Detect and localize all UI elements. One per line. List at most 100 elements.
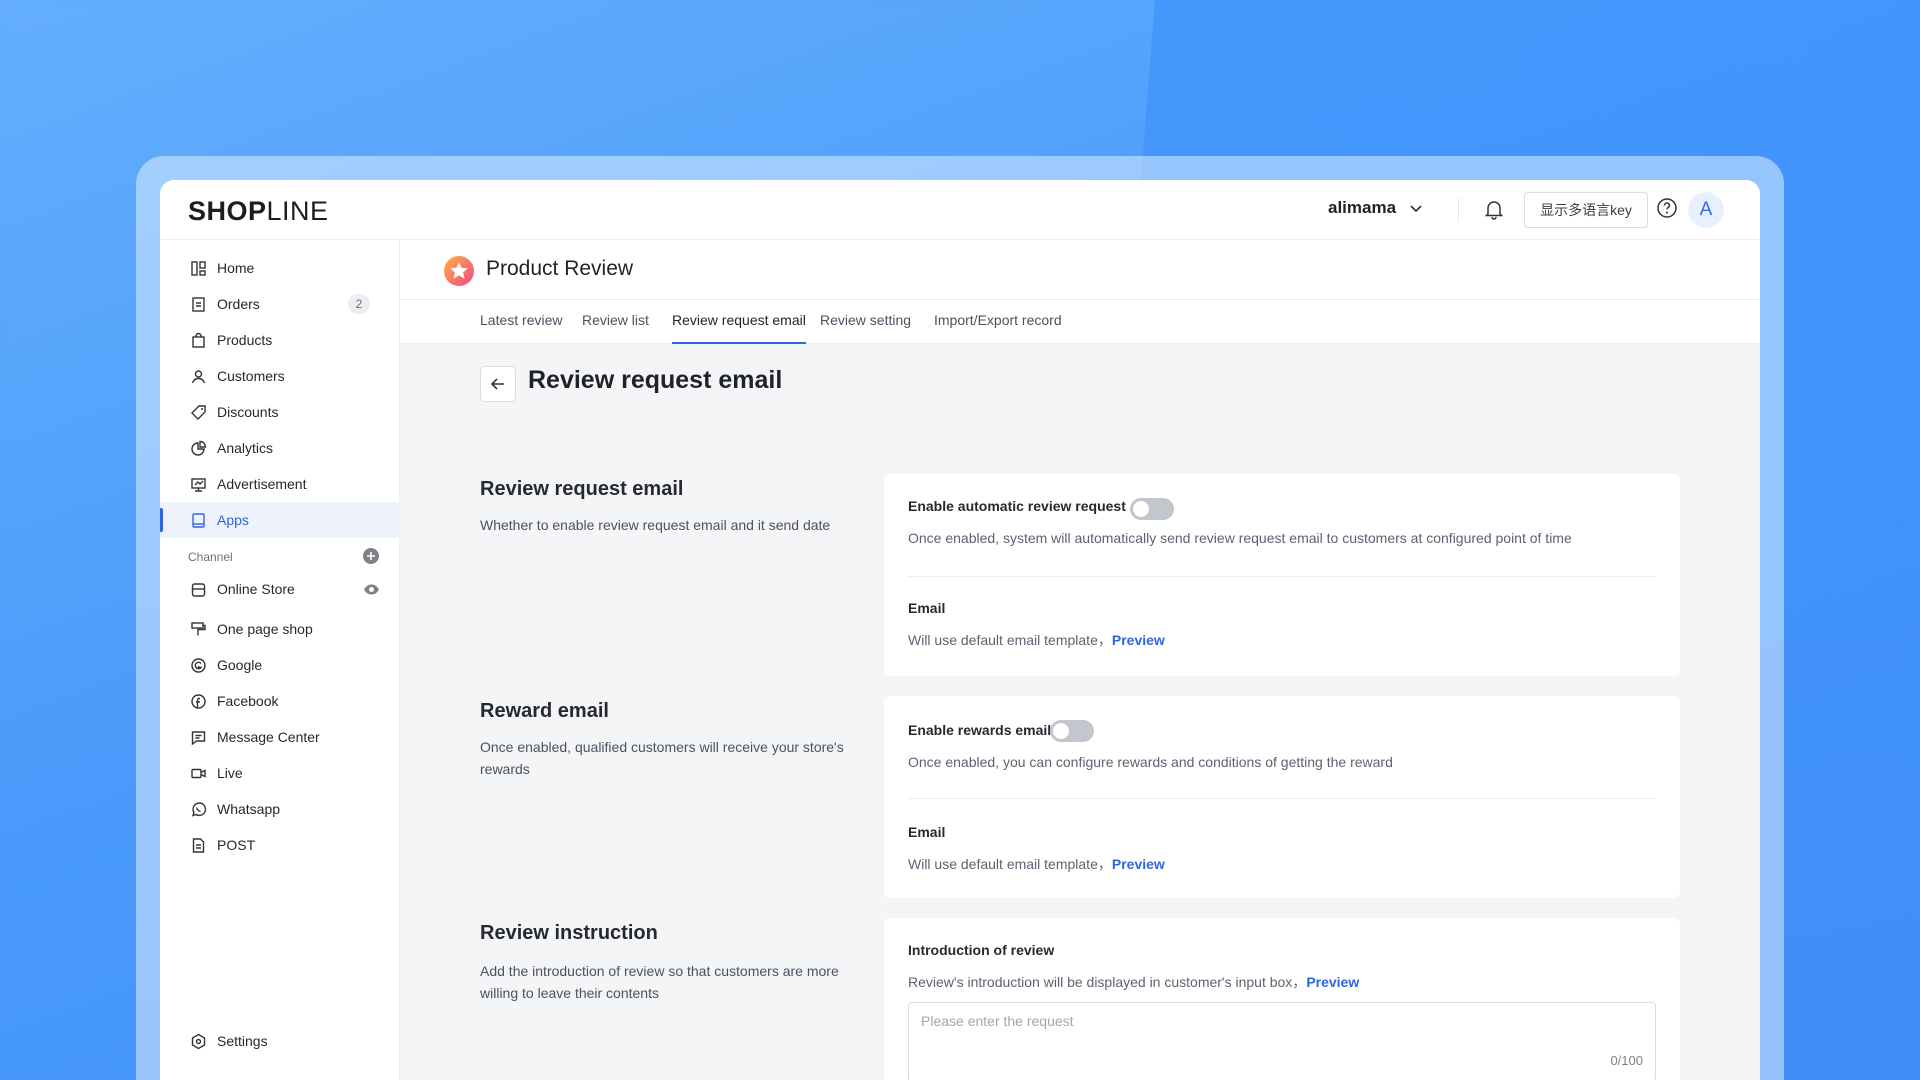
pie-icon	[191, 440, 207, 456]
tab-review-request-email[interactable]: Review request email	[672, 312, 806, 344]
tag-icon	[191, 404, 206, 420]
sidebar-item-label: Analytics	[217, 440, 274, 456]
avatar[interactable]: A	[1688, 192, 1724, 228]
request-email-card: Enable automatic review request Once ena…	[884, 474, 1680, 676]
rewards-toggle-label: Enable rewards email	[908, 722, 1052, 738]
reward-section-desc: Once enabled, qualified customers will r…	[480, 739, 844, 777]
language-key-button[interactable]: 显示多语言key	[1524, 192, 1648, 228]
logo-light: LINE	[266, 196, 329, 226]
topbar-divider	[1458, 198, 1459, 222]
product-review-app-icon	[444, 256, 474, 286]
email-label: Email	[908, 824, 946, 840]
sidebar-item-label: Online Store	[217, 581, 295, 597]
sidebar-item-label: One page shop	[217, 621, 313, 637]
app-header: Product Review	[400, 240, 1760, 300]
email-template-desc: Will use default email template，Preview	[908, 630, 1165, 650]
auto-review-toggle[interactable]	[1130, 498, 1174, 520]
page-title: Review request email	[528, 366, 783, 394]
review-instruction-card: Introduction of review Review's introduc…	[884, 918, 1680, 1080]
rewards-desc: Once enabled, you can configure rewards …	[908, 754, 1393, 770]
email-template-text: Will use default email template，	[908, 856, 1112, 872]
preview-link[interactable]: Preview	[1306, 974, 1359, 990]
help-icon[interactable]	[1656, 197, 1678, 219]
orders-icon	[192, 296, 205, 312]
monitor-icon	[191, 477, 206, 492]
sidebar-item-label: Message Center	[217, 729, 320, 745]
whatsapp-icon	[191, 801, 207, 817]
request-section-desc: Whether to enable review request email a…	[480, 517, 831, 533]
sidebar-item-settings[interactable]: Settings	[160, 1023, 400, 1059]
tab-review-list[interactable]: Review list	[582, 312, 649, 344]
apps-icon	[192, 512, 205, 528]
email-template-desc: Will use default email template，Preview	[908, 854, 1165, 874]
chat-icon	[191, 730, 206, 745]
sidebar-item-advertisement[interactable]: Advertisement	[160, 466, 400, 502]
sidebar-item-apps[interactable]: Apps	[160, 502, 400, 538]
sidebar-item-label: POST	[217, 837, 256, 853]
eye-icon[interactable]	[363, 581, 380, 598]
sidebar-item-label: Products	[217, 332, 273, 348]
sidebar-item-products[interactable]: Products	[160, 322, 400, 358]
chevron-down-icon	[1410, 205, 1422, 213]
sidebar-item-label: Facebook	[217, 693, 279, 709]
tab-import-export-record[interactable]: Import/Export record	[934, 312, 1062, 344]
intro-label: Introduction of review	[908, 942, 1055, 958]
store-switcher[interactable]: alimama	[1328, 198, 1424, 218]
card-divider	[908, 798, 1656, 799]
tab-review-setting[interactable]: Review setting	[820, 312, 911, 344]
sidebar-item-label: Settings	[217, 1033, 268, 1049]
sidebar-item-label: Home	[217, 260, 255, 276]
receipt-icon	[192, 837, 205, 853]
store-name: alimama	[1328, 198, 1397, 217]
add-channel-icon[interactable]	[363, 548, 379, 564]
email-label: Email	[908, 600, 946, 616]
back-button[interactable]	[480, 366, 516, 402]
sidebar-item-live[interactable]: Live	[160, 755, 400, 791]
sidebar-item-label: Live	[217, 765, 243, 781]
sidebar-item-home[interactable]: Home	[160, 250, 400, 286]
instruction-section-desc: Add the introduction of review so that c…	[480, 963, 839, 1001]
card-divider	[908, 576, 1656, 577]
sidebar-item-label: Discounts	[217, 404, 279, 420]
top-bar: SHOPLINE alimama 显示多语言key A	[160, 180, 1760, 240]
shopline-logo[interactable]: SHOPLINE	[188, 196, 329, 227]
sidebar-item-label: Orders	[217, 296, 260, 312]
facebook-icon	[191, 693, 206, 709]
video-icon	[191, 768, 206, 778]
sidebar-item-label: Google	[217, 657, 263, 673]
sidebar-item-orders[interactable]: Orders 2	[160, 286, 400, 322]
brush-icon	[191, 621, 206, 635]
sidebar-item-discounts[interactable]: Discounts	[160, 394, 400, 430]
sidebar-item-analytics[interactable]: Analytics	[160, 430, 400, 466]
orders-count-badge: 2	[348, 294, 370, 314]
tab-latest-review[interactable]: Latest review	[480, 312, 562, 344]
sidebar-item-google[interactable]: Google	[160, 647, 400, 683]
sidebar-item-post[interactable]: POST	[160, 827, 400, 863]
rewards-toggle[interactable]	[1050, 720, 1094, 742]
tab-bar: Latest review Review list Review request…	[400, 300, 1760, 344]
preview-link[interactable]: Preview	[1112, 632, 1165, 648]
intro-desc: Review's introduction will be displayed …	[908, 972, 1359, 992]
app-window: SHOPLINE alimama 显示多语言key A Home Orders …	[160, 180, 1760, 1080]
sidebar-item-label: Apps	[217, 512, 249, 528]
introduction-textarea[interactable]: Please enter the request 0/100	[908, 1002, 1656, 1080]
sidebar-item-message-center[interactable]: Message Center	[160, 719, 400, 755]
auto-review-toggle-label: Enable automatic review request	[908, 498, 1126, 514]
sidebar-item-label: Advertisement	[217, 476, 307, 492]
logo-bold: SHOP	[188, 196, 267, 226]
bell-icon[interactable]	[1482, 197, 1506, 221]
char-counter: 0/100	[1610, 1053, 1643, 1068]
preview-link[interactable]: Preview	[1112, 856, 1165, 872]
user-icon	[191, 369, 206, 383]
bag-icon	[192, 332, 205, 348]
gear-icon	[191, 1033, 206, 1049]
sidebar-item-whatsapp[interactable]: Whatsapp	[160, 791, 400, 827]
sidebar-item-online-store[interactable]: Online Store	[160, 571, 400, 607]
google-icon	[191, 657, 206, 673]
channel-section-label: Channel	[188, 550, 233, 564]
auto-review-desc: Once enabled, system will automatically …	[908, 530, 1572, 546]
sidebar-item-one-page-shop[interactable]: One page shop	[160, 611, 400, 647]
sidebar-item-facebook[interactable]: Facebook	[160, 683, 400, 719]
sidebar-item-label: Customers	[217, 368, 285, 384]
sidebar-item-customers[interactable]: Customers	[160, 358, 400, 394]
